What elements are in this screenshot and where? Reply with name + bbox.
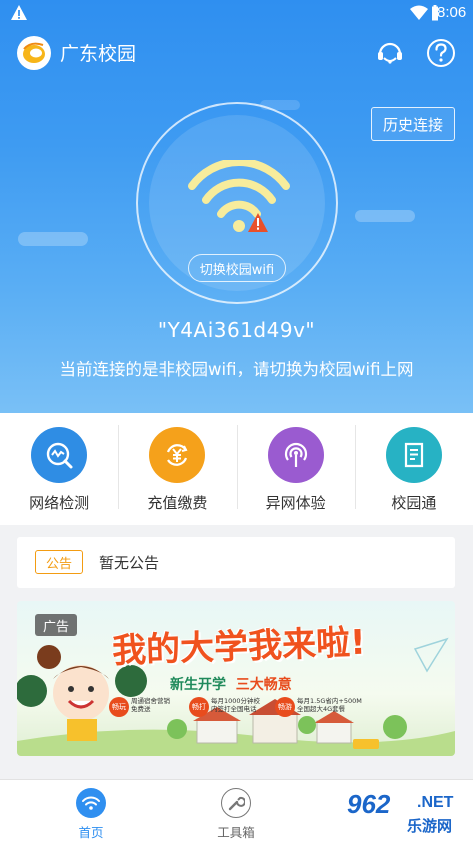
promo-badge: 畅打 xyxy=(189,697,209,717)
nav-toolbox[interactable]: 工具箱 xyxy=(186,780,286,841)
promo-text: 每月1.5G省内+500M 全国超大4G套餐 xyxy=(297,697,362,713)
watermark-suffix: .NET xyxy=(417,794,454,811)
ad-tag: 广告 xyxy=(35,614,77,636)
current-ssid: "Y4Ai361d49v" xyxy=(157,318,316,342)
document-icon xyxy=(385,427,442,483)
app-logo-icon xyxy=(23,42,45,63)
nav-label: 工具箱 xyxy=(217,825,255,840)
feature-label: 网络检测 xyxy=(29,494,90,512)
warning-icon xyxy=(11,5,27,20)
connection-status-message: 当前连接的是非校园wifi，请切换为校园wifi上网 xyxy=(59,360,414,379)
promo-badge: 畅玩 xyxy=(109,697,129,717)
feature-label: 异网体验 xyxy=(265,494,326,512)
status-time: 8:06 xyxy=(437,4,467,21)
cloud-decoration xyxy=(18,232,88,246)
feature-other-network[interactable]: 异网体验 xyxy=(236,413,355,525)
wifi-icon xyxy=(410,5,428,20)
banner-subline: 新生开学 三大畅意 xyxy=(170,674,292,694)
watermark-text: 乐游网 xyxy=(407,817,453,835)
wifi-home-icon xyxy=(76,788,106,818)
history-connection-button[interactable]: 历史连接 xyxy=(371,107,455,141)
signal-broadcast-icon xyxy=(267,427,324,483)
feature-label: 校园通 xyxy=(391,494,437,512)
notice-bar[interactable]: 公告 暂无公告 xyxy=(17,537,455,588)
status-bar: 8:06 xyxy=(0,0,473,26)
watermark-number: 962 xyxy=(347,789,391,819)
feature-label: 充值缴费 xyxy=(147,494,208,512)
help-icon[interactable] xyxy=(424,36,458,70)
headset-support-icon[interactable] xyxy=(373,36,407,70)
banner-headline: 我的大学我来啦! xyxy=(111,622,367,672)
banner-subline-prefix: 新生开学 xyxy=(170,677,226,693)
app-bar: 广东校园 xyxy=(0,30,473,76)
ad-banner[interactable]: 广告 我的大学我来啦! 新生开学 三大畅意 畅玩 周通宿舍营销 免费送 畅打 每… xyxy=(17,601,455,756)
hero-header: 8:06 广东校园 历史连接 切换校园wifi "Y4Ai361d49v" 当前… xyxy=(0,0,473,413)
wrench-icon xyxy=(221,788,251,818)
promo-text: 每月1000分钟校 内签打全国电话 xyxy=(211,697,261,713)
feature-recharge[interactable]: 充值缴费 xyxy=(118,413,236,525)
site-watermark: 962 .NET 乐游网 xyxy=(333,789,471,837)
switch-campus-wifi-button[interactable]: 切换校园wifi xyxy=(188,254,286,282)
yuan-recharge-icon xyxy=(149,427,206,483)
feature-grid: 网络检测 充值缴费 异网体验 校园通 xyxy=(0,413,473,525)
feature-campus-pass[interactable]: 校园通 xyxy=(354,413,473,525)
app-title: 广东校园 xyxy=(60,43,137,65)
cloud-decoration xyxy=(355,210,415,222)
nav-home[interactable]: 首页 xyxy=(41,780,141,841)
feature-network-check[interactable]: 网络检测 xyxy=(0,413,118,525)
notice-tag: 公告 xyxy=(35,550,83,574)
app-logo xyxy=(17,36,51,70)
wifi-warning-icon xyxy=(188,160,290,232)
nav-label: 首页 xyxy=(78,825,104,840)
network-check-icon xyxy=(31,427,88,483)
promo-badge: 畅游 xyxy=(275,697,295,717)
notice-text: 暂无公告 xyxy=(99,554,160,572)
banner-subline-highlight: 三大畅意 xyxy=(235,677,292,693)
promo-text: 周通宿舍营销 免费送 xyxy=(131,697,170,713)
